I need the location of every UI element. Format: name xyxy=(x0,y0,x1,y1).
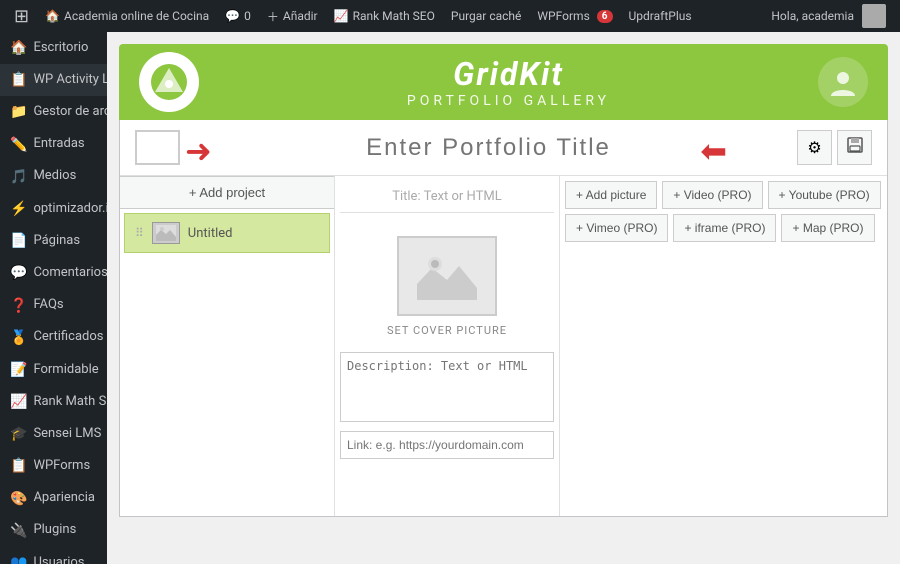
save-icon xyxy=(847,137,863,158)
add-icon: ＋ xyxy=(267,8,279,25)
greeting[interactable]: Hola, academia xyxy=(763,4,894,28)
form-icon: 📝 xyxy=(10,361,27,379)
sensei-icon: 🎓 xyxy=(10,425,27,443)
sidebar-item-entradas[interactable]: ✏️ Entradas xyxy=(0,129,107,161)
cover-picture-icon xyxy=(397,236,497,316)
link-field[interactable] xyxy=(340,431,554,459)
admin-bar: ⊞ 🏠 Academia online de Cocina 💬 0 ＋ Añad… xyxy=(0,0,900,32)
main-content: GridKit PORTFOLIO GALLERY ➜ ⬅ xyxy=(107,32,900,564)
sidebar-item-file-manager[interactable]: 📁 Gestor de archivos xyxy=(0,96,107,128)
gear-icon: ⚙ xyxy=(807,138,821,158)
portfolio-actions: ⚙ xyxy=(797,130,872,165)
posts-icon: ✏️ xyxy=(10,136,27,154)
sidebar-item-faqs[interactable]: ❓ FAQs xyxy=(0,290,107,322)
user-avatar xyxy=(862,4,886,28)
sidebar-item-activity-log[interactable]: 📋 WP Activity Log xyxy=(0,64,107,96)
sidebar-item-certificados[interactable]: 🏅 Certificados xyxy=(0,322,107,354)
youtube-pro-button[interactable]: + Youtube (PRO) xyxy=(768,181,881,209)
main-layout: 🏠 Escritorio 📋 WP Activity Log 📁 Gestor … xyxy=(0,32,900,564)
settings-button[interactable]: ⚙ xyxy=(797,130,832,165)
wpforms-link[interactable]: WPForms 6 xyxy=(529,0,620,32)
gridkit-header: GridKit PORTFOLIO GALLERY xyxy=(119,44,888,120)
gridkit-support-btn[interactable] xyxy=(818,57,868,107)
project-item[interactable]: ⠿ Untitled xyxy=(124,213,330,253)
iframe-pro-button[interactable]: + iframe (PRO) xyxy=(673,214,776,242)
sidebar-item-paginas[interactable]: 📄 Páginas xyxy=(0,225,107,257)
media-icon: 🎵 xyxy=(10,168,27,186)
sidebar-item-wpforms[interactable]: 📋 WPForms xyxy=(0,450,107,482)
folder-icon: 📁 xyxy=(10,103,27,121)
rank-math-link[interactable]: 📈 Rank Math SEO xyxy=(326,0,443,32)
optimizer-icon: ⚡ xyxy=(10,200,27,218)
purge-cache-link[interactable]: Purgar caché xyxy=(443,0,530,32)
updraftplus-link[interactable]: UpdraftPlus xyxy=(621,0,700,32)
arrow-color-indicator: ➜ xyxy=(185,132,212,170)
sidebar-item-rankmath[interactable]: 📈 Rank Math SEO xyxy=(0,386,107,418)
drag-handle: ⠿ xyxy=(135,226,144,240)
sidebar-item-optimizador[interactable]: ⚡ optimizador.io xyxy=(0,193,107,225)
sidebar-item-comentarios[interactable]: 💬 Comentarios xyxy=(0,257,107,289)
add-new-link[interactable]: ＋ Añadir xyxy=(259,0,326,32)
activity-icon: 📋 xyxy=(10,71,27,89)
wp-logo[interactable]: ⊞ xyxy=(6,0,37,32)
site-name[interactable]: 🏠 Academia online de Cocina xyxy=(37,0,217,32)
sidebar-item-sensei[interactable]: 🎓 Sensei LMS xyxy=(0,418,107,450)
add-project-button[interactable]: + Add project xyxy=(120,176,334,209)
color-picker-btn[interactable] xyxy=(135,130,180,165)
map-pro-button[interactable]: + Map (PRO) xyxy=(781,214,874,242)
comments-icon: 💬 xyxy=(225,9,240,23)
portfolio-title-bar: ➜ ⬅ ⚙ xyxy=(120,120,887,176)
gridkit-logo-svg xyxy=(149,62,189,102)
rankmath-icon: 📈 xyxy=(10,393,27,411)
gridkit-title-area: GridKit PORTFOLIO GALLERY xyxy=(199,55,818,109)
portfolio-body: + Add project ⠿ Untitled xyxy=(120,176,887,516)
sidebar-item-escritorio[interactable]: 🏠 Escritorio xyxy=(0,32,107,64)
sidebar-item-formidable[interactable]: 📝 Formidable xyxy=(0,354,107,386)
video-pro-button[interactable]: + Video (PRO) xyxy=(662,181,762,209)
home-icon: 🏠 xyxy=(10,39,27,57)
details-panel: Title: Text or HTML SET COVER PICTURE xyxy=(335,176,560,516)
wpforms-badge: 6 xyxy=(597,10,613,23)
faqs-icon: ❓ xyxy=(10,297,27,315)
users-icon: 👥 xyxy=(10,554,27,564)
save-button[interactable] xyxy=(837,130,872,165)
vimeo-pro-button[interactable]: + Vimeo (PRO) xyxy=(565,214,668,242)
portfolio-editor: ➜ ⬅ ⚙ xyxy=(119,120,888,517)
wp-icon: ⊞ xyxy=(14,6,29,27)
sidebar: 🏠 Escritorio 📋 WP Activity Log 📁 Gestor … xyxy=(0,32,107,564)
gridkit-logo xyxy=(139,52,199,112)
appearance-icon: 🎨 xyxy=(10,490,27,508)
add-picture-button[interactable]: + Add picture xyxy=(565,181,657,209)
gridkit-subtitle: PORTFOLIO GALLERY xyxy=(199,93,818,109)
gridkit-title: GridKit xyxy=(199,55,818,93)
support-icon xyxy=(829,68,857,96)
media-buttons-row-1: + Add picture + Video (PRO) + Youtube (P… xyxy=(565,181,882,209)
sidebar-item-usuarios[interactable]: 👥 Usuarios xyxy=(0,547,107,564)
arrow-title-indicator: ⬅ xyxy=(700,132,727,170)
cert-icon: 🏅 xyxy=(10,329,27,347)
media-panel: + Add picture + Video (PRO) + Youtube (P… xyxy=(560,176,887,516)
portfolio-title-input[interactable] xyxy=(195,134,782,162)
comments-nav-icon: 💬 xyxy=(10,264,27,282)
sidebar-item-apariencia[interactable]: 🎨 Apariencia xyxy=(0,483,107,515)
description-field[interactable] xyxy=(340,352,554,422)
projects-panel: + Add project ⠿ Untitled xyxy=(120,176,335,516)
site-name-icon: 🏠 xyxy=(45,9,60,23)
sidebar-item-medios[interactable]: 🎵 Medios xyxy=(0,161,107,193)
cover-picture-area[interactable]: SET COVER PICTURE xyxy=(340,221,554,352)
plugins-icon: 🔌 xyxy=(10,522,27,540)
project-name: Untitled xyxy=(188,226,233,241)
title-field-label: Title: Text or HTML xyxy=(340,181,554,213)
pages-icon: 📄 xyxy=(10,232,27,250)
rank-math-icon: 📈 xyxy=(334,9,349,23)
admin-bar-right: Hola, academia xyxy=(763,4,894,28)
media-buttons-row-2: + Vimeo (PRO) + iframe (PRO) + Map (PRO) xyxy=(565,214,882,242)
cover-picture-label: SET COVER PICTURE xyxy=(387,324,507,337)
project-thumbnail xyxy=(152,222,180,244)
sidebar-item-plugins[interactable]: 🔌 Plugins xyxy=(0,515,107,547)
wpforms-nav-icon: 📋 xyxy=(10,457,27,475)
comments-link[interactable]: 💬 0 xyxy=(217,0,259,32)
